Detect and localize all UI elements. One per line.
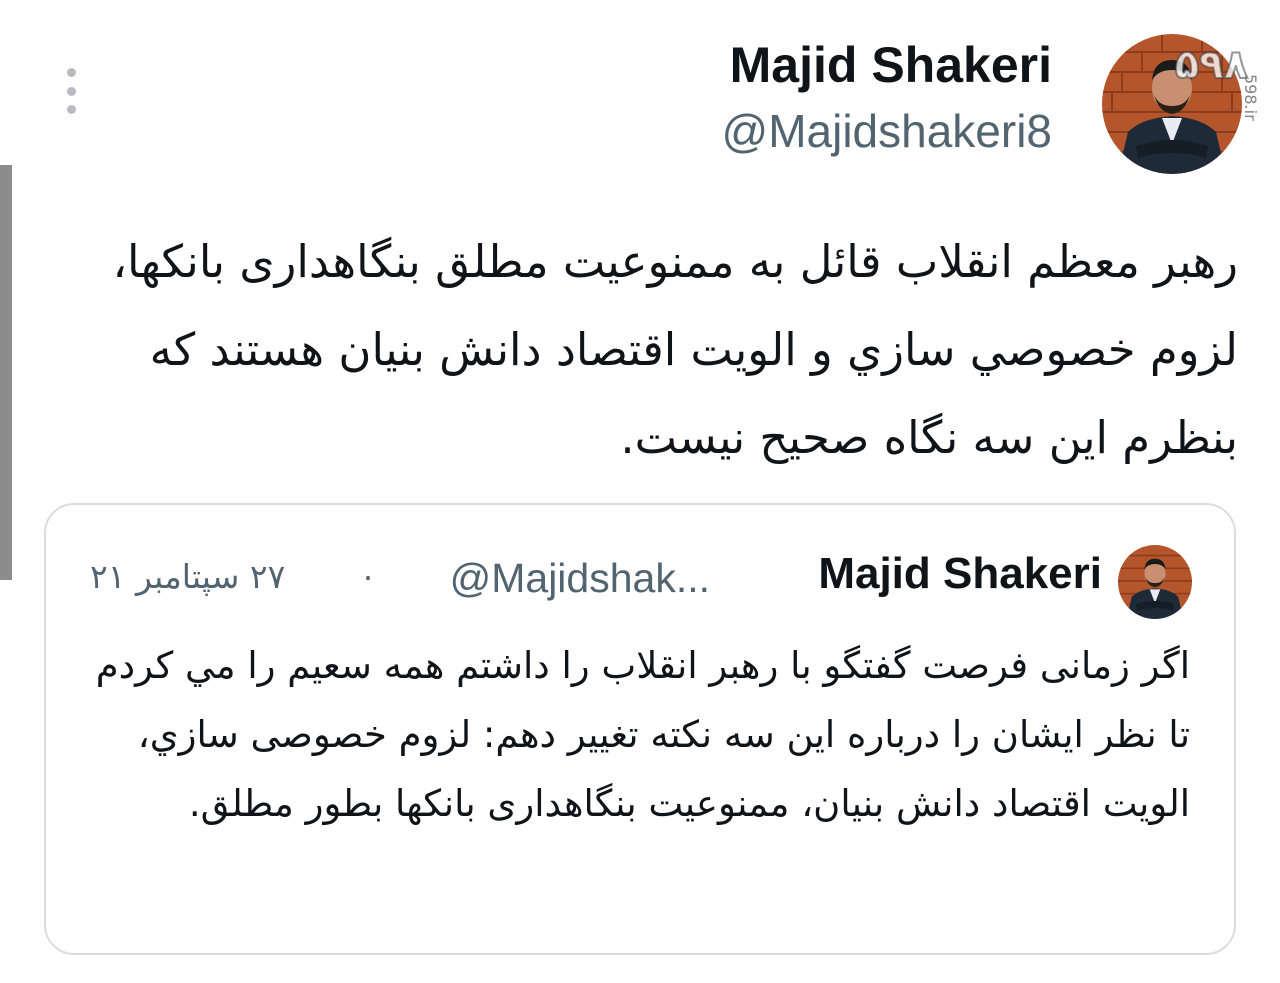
quoted-tweet-card[interactable]: Majid Shakeri @Majidshak... · ۲۷ سپتامبر…	[44, 503, 1236, 955]
watermark-logo: ۵۹۸	[1174, 41, 1251, 89]
more-vertical-icon	[66, 68, 76, 77]
author-name[interactable]: Majid Shakeri	[730, 36, 1052, 94]
watermark-site: 598.ir	[1241, 74, 1260, 121]
quoted-tweet-text: اگر زمانی فرصت گفتگو با رهبر انقلاب را د…	[95, 644, 1190, 825]
quoted-avatar[interactable]	[1118, 545, 1192, 619]
watermark: ۵۹۸ 598.ir	[1156, 18, 1266, 148]
more-options-button[interactable]	[60, 68, 82, 114]
scrollbar[interactable]	[0, 165, 12, 580]
quoted-author-handle: @Majidshak...	[449, 555, 710, 601]
author-handle[interactable]: @Majidshakeri8	[722, 104, 1053, 158]
more-vertical-icon-dot	[66, 105, 76, 114]
profile-photo-icon	[1118, 545, 1192, 619]
tweet-text: رهبر معظم انقلاب قائل به ممنوعیت مطلق بن…	[112, 235, 1238, 464]
quoted-author-name: Majid Shakeri	[818, 549, 1102, 598]
more-vertical-icon-dot	[66, 86, 76, 96]
quoted-date: ۲۷ سپتامبر ۲۱	[90, 557, 286, 596]
separator-dot: ·	[362, 555, 374, 596]
